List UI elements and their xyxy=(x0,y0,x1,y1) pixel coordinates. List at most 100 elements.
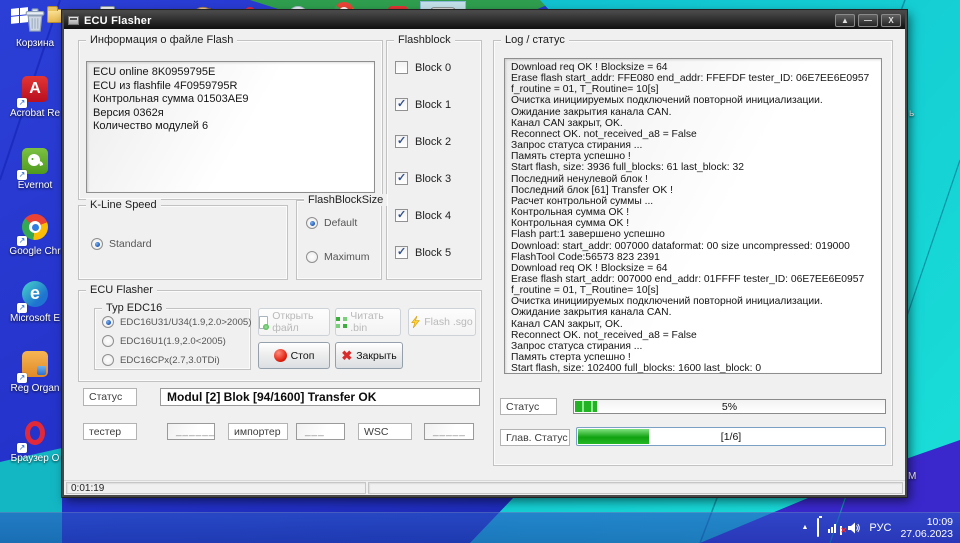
window-close-button[interactable]: X xyxy=(881,14,901,27)
log-group-title: Log / статус xyxy=(501,34,569,46)
checkbox-label: Block 1 xyxy=(415,98,452,111)
desktop-icon-evernote[interactable]: ↗ Evernot xyxy=(2,146,68,191)
checkbox-block-3[interactable]: Block 3 xyxy=(395,171,452,185)
radio-standard[interactable]: Standard xyxy=(91,238,152,250)
importer-field[interactable]: ___ xyxy=(296,423,345,440)
ecu-flasher-group-title: ECU Flasher xyxy=(86,284,157,296)
window-title: ECU Flasher xyxy=(84,14,152,27)
ecu-flasher-group: ECU Flasher Typ EDC16 EDC16U31/U34(1.9,2… xyxy=(78,284,482,382)
tray-date: 27.06.2023 xyxy=(900,527,953,540)
typ-edc16-group-title: Typ EDC16 xyxy=(102,302,167,314)
radio-label: EDC16U31/U34(1.9,2.0>2005) xyxy=(120,316,252,328)
window-minimize-button[interactable]: — xyxy=(858,14,878,27)
log-line: Erase flash start_addr: 007000 end_addr:… xyxy=(511,273,865,285)
tray-language-indicator[interactable]: РУС xyxy=(869,522,891,534)
log-line: Контрольная сумма OK ! xyxy=(511,218,630,230)
log-line: Reconnect OK. not_received_a8 = False xyxy=(511,329,697,341)
tray-usb-icon[interactable] xyxy=(817,517,820,537)
checkbox-icon xyxy=(395,134,408,148)
kline-speed-group-title: K-Line Speed xyxy=(86,199,161,211)
desktop-icon-label: Браузер O xyxy=(10,453,60,464)
evernote-icon: ↗ xyxy=(17,148,50,180)
checkbox-block-0[interactable]: Block 0 xyxy=(395,61,451,74)
window-maximize-button[interactable]: ▲ xyxy=(835,14,855,27)
log-line: Очистка инициируемых подключений повторн… xyxy=(511,95,823,107)
log-line: Download: start_addr: 007000 dataformat:… xyxy=(511,240,850,252)
log-line: Запрос статуса стирания ... xyxy=(511,340,643,352)
desktop-icon-label: Корзина xyxy=(15,38,55,49)
file-info-line: Версия 0362я xyxy=(93,106,164,119)
tray-clock[interactable]: 10:09 27.06.2023 xyxy=(900,516,953,540)
checkbox-icon xyxy=(395,97,408,111)
button-label: Стоп xyxy=(290,349,315,362)
desktop-icon-recycle-bin[interactable]: Корзина xyxy=(2,6,68,49)
file-info-line: Контрольная сумма 01503AE9 xyxy=(93,93,249,105)
close-app-button[interactable]: ✖ Закрыть xyxy=(335,342,403,369)
radio-label: EDC16CPx(2.7,3.0TDi) xyxy=(120,354,220,366)
log-line: Flash part:1 завершено успешно xyxy=(511,229,665,241)
shortcut-arrow-icon: ↗ xyxy=(17,236,27,246)
radio-edc16u31[interactable]: EDC16U31/U34(1.9,2.0>2005) xyxy=(102,316,251,328)
checkbox-block-2[interactable]: Block 2 xyxy=(395,134,451,148)
ecu-flasher-window: ECU Flasher ▲ — X Информация о файле Fla… xyxy=(62,10,907,497)
checkbox-icon xyxy=(395,245,408,259)
radio-icon xyxy=(102,354,114,366)
radio-default[interactable]: Default xyxy=(306,217,357,229)
checkbox-icon xyxy=(395,171,408,185)
tray-chevron-up-icon[interactable]: ▲ xyxy=(801,524,808,531)
wsc-field[interactable]: _____ xyxy=(424,423,474,440)
kline-speed-group: K-Line Speed Standard xyxy=(78,199,288,280)
tray-volume-icon[interactable] xyxy=(848,522,861,534)
window-statusbar: 0:01:19 xyxy=(64,480,905,495)
lightning-icon xyxy=(411,315,421,329)
log-line: Контрольная сумма OK ! xyxy=(511,207,630,219)
shortcut-arrow-icon: ↗ xyxy=(17,98,27,108)
log-line: Расчет контрольной суммы ... xyxy=(511,195,654,207)
window-titlebar[interactable]: ECU Flasher ▲ — X xyxy=(64,12,905,29)
progress-text: 5% xyxy=(721,401,738,413)
file-info-box[interactable]: ECU online 8K0959795E ECU из flashfile 4… xyxy=(86,61,375,193)
radio-icon xyxy=(306,251,318,263)
tester-field[interactable]: ______ xyxy=(167,423,215,440)
statusbar-elapsed: 0:01:19 xyxy=(66,482,366,494)
flashblocksize-group-title: FlashBlockSize xyxy=(304,194,388,206)
checkbox-label: Block 3 xyxy=(415,172,452,185)
desktop-icon-chrome[interactable]: ↗ Google Chr xyxy=(2,212,68,257)
flashblocksize-group: FlashBlockSize Default Maximum xyxy=(296,194,388,280)
open-file-button[interactable]: Открыть файл xyxy=(258,308,330,336)
desktop-icon-reg-organizer[interactable]: ↗ Reg Organ xyxy=(2,349,68,394)
edge-icon: e ↗ xyxy=(17,281,50,313)
status-label-box: Статус xyxy=(83,388,137,406)
flashblock-group-title: Flashblock xyxy=(394,34,455,46)
desktop-icon-label: Google Chr xyxy=(9,246,61,257)
flash-sgo-button[interactable]: Flash .sgo xyxy=(408,308,476,336)
radio-label: Maximum xyxy=(324,251,370,263)
desktop-icon-acrobat[interactable]: A ↗ Acrobat Re xyxy=(2,74,68,119)
log-line: Reconnect OK. not_received_a8 = False xyxy=(511,128,697,140)
progress-text: [1/6] xyxy=(720,431,742,443)
radio-maximum[interactable]: Maximum xyxy=(306,251,370,263)
stop-button[interactable]: Стоп xyxy=(258,342,330,369)
checkbox-block-1[interactable]: Block 1 xyxy=(395,97,452,111)
status-value-field[interactable]: Modul [2] Blok [94/1600] Transfer OK xyxy=(160,388,480,406)
read-bin-button[interactable]: Читать .bin xyxy=(335,308,401,336)
shortcut-arrow-icon: ↗ xyxy=(17,373,27,383)
progress-status-label-box: Статус xyxy=(500,398,557,415)
log-line: Erase flash start_addr: FFE080 end_addr:… xyxy=(511,73,870,85)
checkbox-block-4[interactable]: Block 4 xyxy=(395,208,451,222)
desktop-icon-opera[interactable]: ↗ Браузер O xyxy=(2,419,68,464)
file-info-group: Информация о файле Flash ECU online 8K09… xyxy=(78,34,383,200)
checkbox-block-5[interactable]: Block 5 xyxy=(395,245,451,259)
button-label: Flash .sgo xyxy=(424,316,473,328)
log-line: Канал CAN закрыт, OK. xyxy=(511,318,623,330)
radio-edc16cpx[interactable]: EDC16CPx(2.7,3.0TDi) xyxy=(102,354,220,366)
log-line: Запрос статуса стирания ... xyxy=(511,140,643,152)
window-app-icon xyxy=(68,16,79,25)
tray-network-error-icon[interactable]: ✕ xyxy=(828,523,847,535)
checkbox-icon xyxy=(395,208,408,222)
log-line: Ожидание закрытия канала CAN. xyxy=(511,307,672,319)
log-line: Память стерта успешно ! xyxy=(511,151,631,163)
radio-edc16u1[interactable]: EDC16U1(1.9,2.0<2005) xyxy=(102,335,226,347)
log-box[interactable]: Download req OK ! Blocksize = 64 Erase f… xyxy=(504,58,882,374)
desktop-icon-edge[interactable]: e ↗ Microsoft E xyxy=(2,279,68,324)
